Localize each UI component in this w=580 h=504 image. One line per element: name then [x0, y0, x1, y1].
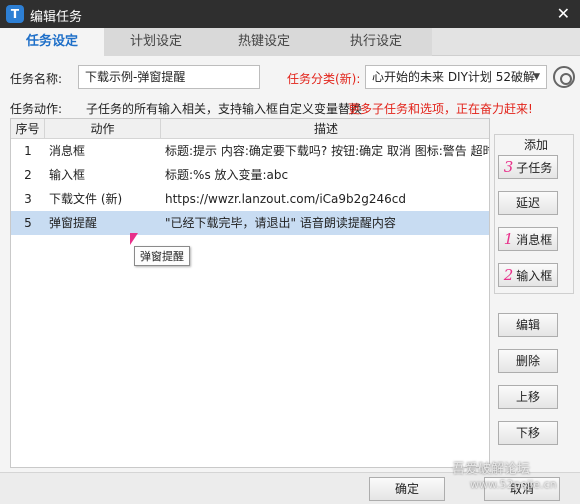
row-index: 1: [24, 144, 32, 158]
table-header: 序号 动作 描述: [11, 119, 489, 139]
table-row[interactable]: 3 下载文件 (新) https://wwzr.lanzout.com/iCa9…: [11, 187, 489, 211]
tab-task-settings[interactable]: 任务设定: [0, 28, 104, 56]
add-input-box-button[interactable]: 2 输入框: [498, 263, 558, 287]
chevron-down-icon: ▼: [533, 72, 540, 82]
table-row[interactable]: 1 消息框 标题:提示 内容:确定要下载吗? 按钮:确定 取消 图标:警告 超时…: [11, 139, 489, 163]
button-label: 消息框: [516, 233, 553, 247]
header-action[interactable]: 动作: [45, 119, 161, 139]
watermark-text: 吾爱破解论坛: [452, 462, 531, 477]
add-message-box-button[interactable]: 1 消息框: [498, 227, 558, 251]
row-action: 弹窗提醒: [49, 216, 98, 230]
title-bar: T 编辑任务 ✕: [0, 0, 580, 28]
row-action: 输入框: [49, 168, 86, 182]
window-title: 编辑任务: [30, 10, 83, 25]
add-delay-button[interactable]: 延迟: [498, 191, 558, 215]
header-description[interactable]: 描述: [161, 119, 489, 139]
row-action: 消息框: [49, 144, 86, 158]
table-row[interactable]: 2 输入框 标题:%s 放入变量:abc: [11, 163, 489, 187]
actions-table: 序号 动作 描述 1 消息框 标题:提示 内容:确定要下载吗? 按钮:确定 取消…: [10, 118, 490, 468]
task-name-label: 任务名称:: [10, 72, 63, 86]
annotation-number: 2: [503, 266, 514, 284]
category-value: 心开始的未来 DIY计划 52破解: [372, 70, 536, 84]
mouse-cursor-icon: [130, 233, 138, 245]
add-group-label: 添加: [520, 136, 553, 153]
row-index: 3: [24, 192, 32, 206]
tab-schedule-settings[interactable]: 计划设定: [104, 28, 208, 56]
row-description: https://wwzr.lanzout.com/iCa9b2g246cd: [165, 192, 407, 206]
row-description: 标题:%s 放入变量:abc: [165, 168, 289, 182]
task-name-input[interactable]: 下载示例-弹窗提醒: [78, 65, 260, 89]
row-tooltip: 弹窗提醒: [134, 246, 190, 266]
watermark-url: www.52pojie.cn: [470, 478, 557, 491]
row-action: 下载文件 (新): [49, 192, 123, 206]
row-index: 5: [24, 216, 32, 230]
close-icon[interactable]: ✕: [557, 4, 570, 23]
task-actions-label: 任务动作:: [10, 102, 63, 116]
category-label: 任务分类(新):: [287, 72, 361, 86]
promo-text: 更多子任务和选项，正在奋力赶来!: [348, 102, 533, 116]
add-subtask-button[interactable]: 3 子任务: [498, 155, 558, 179]
move-down-button[interactable]: 下移: [498, 421, 558, 445]
ok-button[interactable]: 确定: [369, 477, 445, 501]
delete-button[interactable]: 删除: [498, 349, 558, 373]
annotation-number: 1: [503, 230, 514, 248]
button-label: 输入框: [516, 269, 553, 283]
row-description: 标题:提示 内容:确定要下载吗? 按钮:确定 取消 图标:警告 超时:5秒: [165, 144, 490, 158]
header-index[interactable]: 序号: [11, 119, 45, 139]
move-up-button[interactable]: 上移: [498, 385, 558, 409]
row-index: 2: [24, 168, 32, 182]
app-logo-icon: T: [6, 5, 24, 23]
gear-icon[interactable]: [553, 66, 575, 88]
tab-bar: 任务设定 计划设定 热键设定 执行设定: [0, 28, 580, 56]
tab-hotkey-settings[interactable]: 热键设定: [208, 28, 320, 56]
annotation-number: 3: [503, 158, 514, 176]
actions-description: 子任务的所有输入相关，支持输入框自定义变量替换: [86, 102, 363, 116]
row-description: "已经下载完毕，请退出" 语音朗读提醒内容: [165, 216, 396, 230]
table-row-selected[interactable]: 5 弹窗提醒 "已经下载完毕，请退出" 语音朗读提醒内容: [11, 211, 489, 235]
button-label: 子任务: [516, 161, 553, 175]
category-select[interactable]: 心开始的未来 DIY计划 52破解 ▼: [365, 65, 547, 89]
edit-button[interactable]: 编辑: [498, 313, 558, 337]
tab-execution-settings[interactable]: 执行设定: [320, 28, 432, 56]
